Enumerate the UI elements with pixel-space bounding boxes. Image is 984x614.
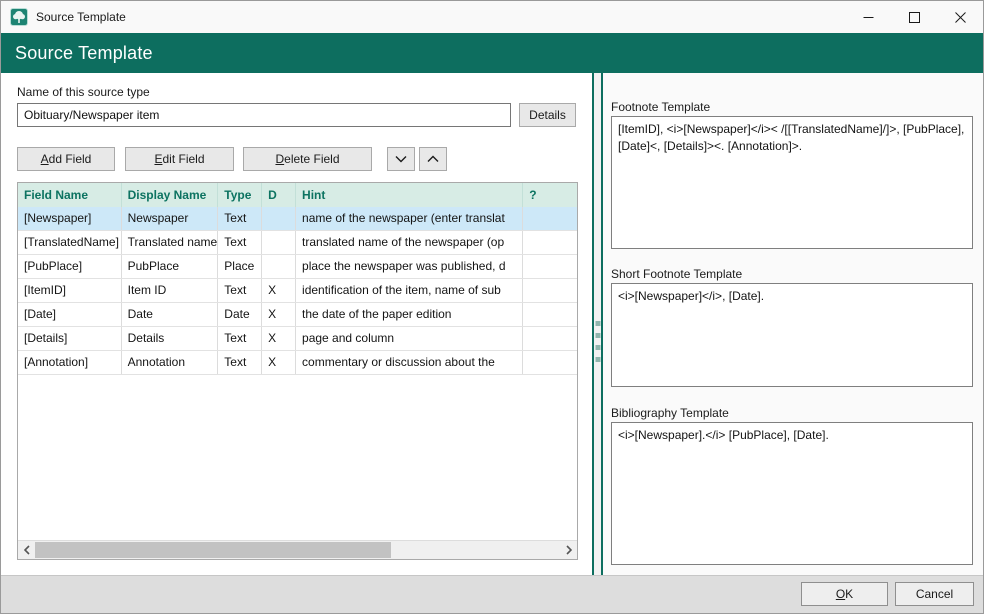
scroll-right-button[interactable]: [560, 541, 577, 559]
fields-table: Field Name Display Name Type D Hint ? [N…: [17, 182, 578, 560]
move-field-down-button[interactable]: [387, 147, 415, 171]
source-type-name-input[interactable]: [17, 103, 511, 127]
chevron-down-icon: [395, 155, 407, 163]
title-bar: Source Template: [1, 1, 983, 33]
ok-button[interactable]: OK: [801, 582, 888, 606]
right-panel: Footnote Template [ItemID], <i>[Newspape…: [603, 73, 984, 575]
fields-table-header: Field Name Display Name Type D Hint ?: [18, 183, 577, 207]
window-controls: [845, 1, 983, 33]
bibliography-template-input[interactable]: <i>[Newspaper].</i> [PubPlace], [Date].: [611, 422, 973, 565]
footnote-template-input[interactable]: [ItemID], <i>[Newspaper]</i>< /[[Transla…: [611, 116, 973, 249]
scrollbar-thumb[interactable]: [35, 542, 391, 558]
page-header: Source Template: [1, 33, 983, 73]
table-row-newspaper[interactable]: [Newspaper] Newspaper Text name of the n…: [18, 207, 577, 231]
window-title: Source Template: [36, 10, 126, 24]
column-header-field-name: Field Name: [18, 183, 122, 207]
table-row-itemid[interactable]: [ItemID] Item ID Text X identification o…: [18, 279, 577, 303]
edit-field-button[interactable]: Edit Field: [125, 147, 234, 171]
page-title: Source Template: [15, 43, 153, 64]
table-row-translatedname[interactable]: [TranslatedName] Translated name Text tr…: [18, 231, 577, 255]
table-row-pubplace[interactable]: [PubPlace] PubPlace Place place the news…: [18, 255, 577, 279]
bibliography-template-label: Bibliography Template: [611, 406, 729, 420]
column-header-question: ?: [523, 183, 577, 207]
horizontal-scrollbar[interactable]: [18, 540, 577, 559]
cancel-button[interactable]: Cancel: [895, 582, 974, 606]
add-field-button[interactable]: Add Field: [17, 147, 115, 171]
left-panel: Name of this source type Details Add Fie…: [1, 73, 593, 575]
splitter-grip-icon: [595, 321, 600, 362]
minimize-icon: [863, 12, 874, 23]
panel-splitter[interactable]: [592, 73, 603, 575]
chevron-left-icon: [24, 545, 30, 555]
source-type-name-label: Name of this source type: [17, 85, 150, 99]
delete-field-button[interactable]: Delete Field: [243, 147, 372, 171]
column-header-type: Type: [218, 183, 262, 207]
chevron-right-icon: [566, 545, 572, 555]
close-icon: [955, 12, 966, 23]
short-footnote-template-input[interactable]: <i>[Newspaper]</i>, [Date].: [611, 283, 973, 387]
move-field-up-button[interactable]: [419, 147, 447, 171]
close-button[interactable]: [937, 1, 983, 33]
table-row-annotation[interactable]: [Annotation] Annotation Text X commentar…: [18, 351, 577, 375]
column-header-display-name: Display Name: [122, 183, 219, 207]
table-row-details[interactable]: [Details] Details Text X page and column: [18, 327, 577, 351]
table-empty-area: [18, 375, 577, 540]
column-header-hint: Hint: [296, 183, 523, 207]
footnote-template-label: Footnote Template: [611, 100, 710, 114]
app-tree-icon: [10, 8, 28, 26]
column-header-d: D: [262, 183, 296, 207]
dialog-footer: OK Cancel: [1, 575, 983, 614]
table-row-date[interactable]: [Date] Date Date X the date of the paper…: [18, 303, 577, 327]
minimize-button[interactable]: [845, 1, 891, 33]
maximize-icon: [909, 12, 920, 23]
source-template-dialog: Source Template Source Template Name of …: [0, 0, 984, 614]
chevron-up-icon: [427, 155, 439, 163]
short-footnote-template-label: Short Footnote Template: [611, 267, 742, 281]
maximize-button[interactable]: [891, 1, 937, 33]
details-button[interactable]: Details: [519, 103, 576, 127]
scroll-left-button[interactable]: [18, 541, 35, 559]
